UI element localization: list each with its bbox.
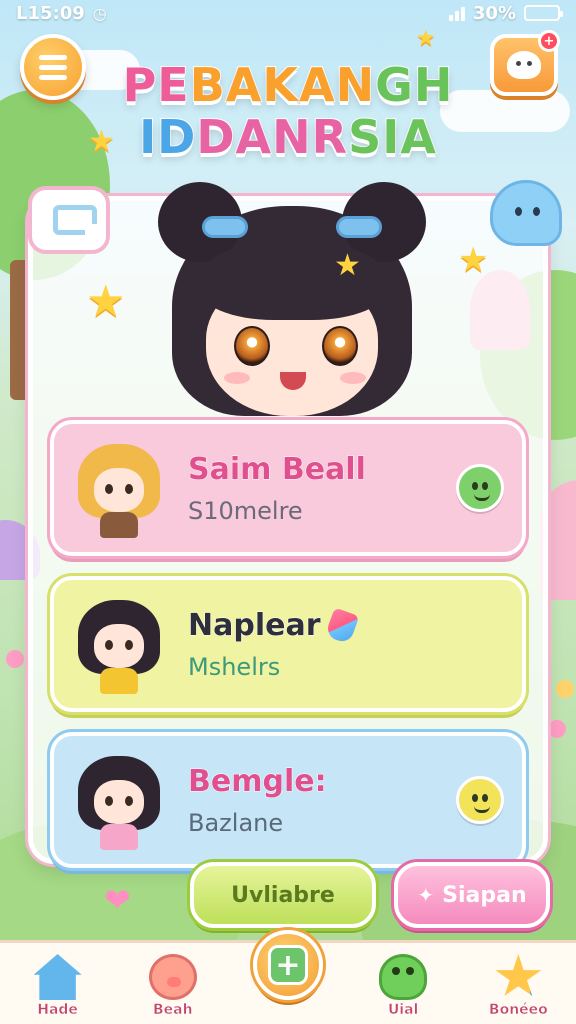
character-name: Naplear [188, 607, 321, 643]
smiley-yellow-icon [456, 776, 504, 824]
character-name-row: Naplear [188, 607, 504, 645]
title-part: GH [374, 58, 454, 112]
avatar-outfit [100, 668, 138, 694]
profile-button[interactable]: + [490, 30, 560, 96]
signal-icon [448, 5, 465, 21]
bottom-nav: Hade Beah + Uial Bonéeo [0, 930, 576, 1024]
heart-icon: ❤ [104, 881, 131, 919]
star-icon: ★ [88, 124, 115, 159]
character-card-2[interactable]: Bemgle: Bazlane [50, 732, 526, 868]
character-list: Saim Beall S10melre Naplear Mshelrs Bemg… [50, 420, 526, 888]
avatar-outfit [100, 512, 138, 538]
status-bar: L15:09 ◷ 30% [0, 0, 576, 26]
hero-blush [340, 372, 366, 384]
nav-pig[interactable]: Beah [125, 954, 221, 1018]
gem-icon [324, 607, 359, 645]
character-avatar [72, 438, 166, 538]
character-name: Bemgle: [188, 763, 328, 799]
hero-eye [322, 326, 358, 366]
character-subtitle: Bazlane [188, 808, 284, 837]
back-button[interactable] [28, 186, 110, 254]
home-icon [33, 954, 82, 1000]
battery-percent: 30% [472, 2, 516, 24]
avatar-face [94, 780, 144, 824]
nav-home[interactable]: Hade [10, 954, 106, 1018]
title-line-2: IDDANRSIA [0, 113, 576, 161]
star-icon: ★ [416, 26, 436, 51]
status-time: L15:09 [16, 2, 85, 24]
title-part: ID [138, 110, 197, 164]
nav-label: Uial [387, 1002, 419, 1019]
avatar-outfit [100, 824, 138, 850]
pig-icon [148, 954, 197, 1000]
nav-label: Bonéeo [488, 1002, 548, 1019]
alarm-icon: ◷ [92, 3, 107, 23]
plus-icon: + [267, 945, 308, 985]
back-arrow-icon [53, 205, 97, 235]
nav-frog[interactable]: Uial [355, 954, 451, 1018]
secondary-action-label: Siapan [442, 882, 527, 908]
title-part: DANR [195, 110, 349, 164]
character-name: Saim Beall [188, 451, 367, 487]
cat-face-icon [507, 51, 541, 79]
center-add-button[interactable]: + [252, 930, 323, 1000]
hero-scrunchie [336, 216, 382, 238]
flower [556, 680, 574, 698]
avatar-face [94, 624, 144, 668]
nav-center[interactable]: + [240, 930, 336, 1018]
secondary-action-button[interactable]: ✦ Siapan [394, 862, 550, 928]
status-right: 30% [448, 2, 563, 24]
hero-eye [234, 326, 270, 366]
menu-button[interactable] [20, 34, 86, 100]
flower [6, 650, 24, 668]
character-avatar [72, 750, 166, 850]
ghost-mascot-icon [490, 180, 562, 246]
title-part: PE [122, 58, 190, 112]
action-buttons: Uvliabre ✦ Siapan [190, 862, 552, 932]
hero-scrunchie [202, 216, 248, 238]
sparkle-icon: ✦ [417, 883, 435, 907]
character-card-0[interactable]: Saim Beall S10melre [50, 420, 526, 556]
avatar-face [94, 468, 144, 512]
smiley-green-icon [456, 464, 504, 512]
battery-icon [524, 5, 563, 21]
flower [548, 720, 566, 738]
character-subtitle: Mshelrs [188, 652, 281, 681]
character-text: Saim Beall S10melre [188, 451, 456, 525]
star-icon: ★ [458, 240, 489, 280]
hamburger-icon-bar [39, 54, 67, 60]
hero-blush [224, 372, 250, 384]
star-icon [495, 954, 542, 996]
nav-star[interactable]: Bonéeo [470, 954, 566, 1018]
nav-label: Beah [152, 1002, 193, 1019]
title-part: SIA [347, 110, 437, 164]
hero-character-portrait: ★ [150, 176, 440, 426]
notification-badge: + [538, 30, 560, 52]
character-text: Naplear Mshelrs [188, 607, 504, 681]
primary-action-button[interactable]: Uvliabre [190, 862, 376, 928]
frog-icon [379, 954, 428, 1000]
character-text: Bemgle: Bazlane [188, 763, 456, 837]
nav-label: Hade [37, 1002, 78, 1019]
character-card-1[interactable]: Naplear Mshelrs [50, 576, 526, 712]
star-hairclip-icon: ★ [334, 248, 361, 283]
star-icon: ★ [86, 276, 126, 327]
title-part: BAKAN [189, 58, 376, 112]
status-left: L15:09 ◷ [16, 3, 107, 24]
character-subtitle: S10melre [188, 496, 303, 525]
character-avatar [72, 594, 166, 694]
hamburger-icon-bar [39, 64, 67, 70]
hamburger-icon-bar [39, 74, 67, 80]
